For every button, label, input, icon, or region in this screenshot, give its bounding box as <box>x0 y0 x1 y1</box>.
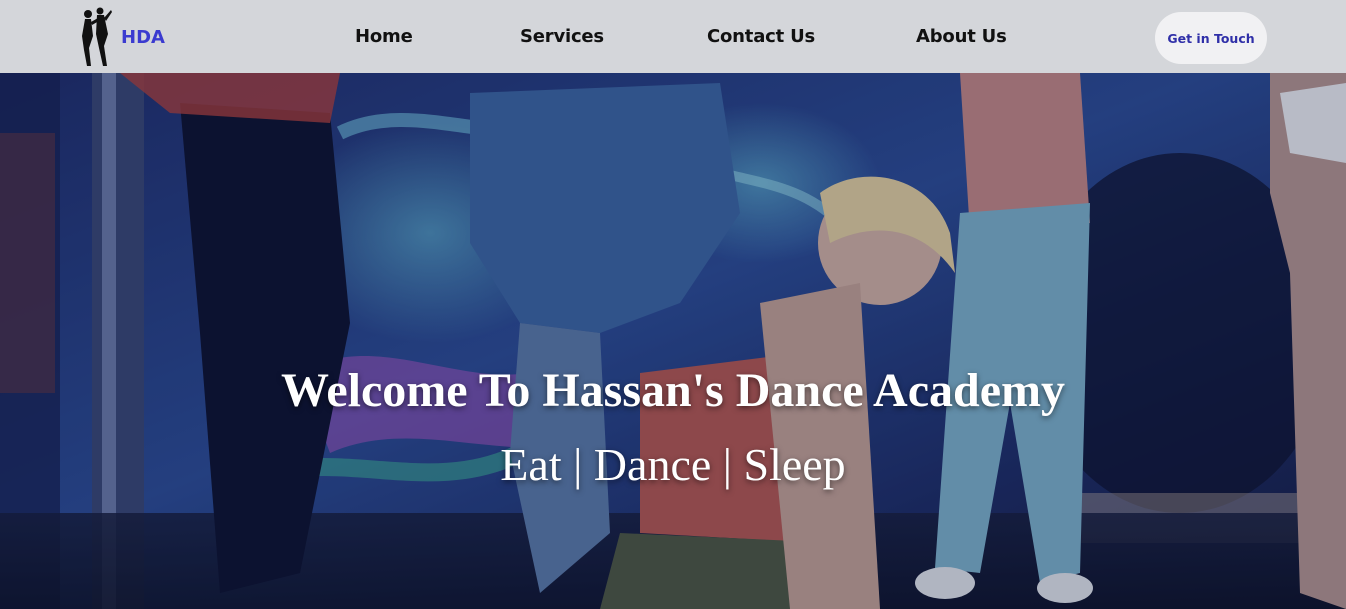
nav-services[interactable]: Services <box>520 26 604 47</box>
hero-tagline: Eat | Dance | Sleep <box>500 439 846 490</box>
navbar: HDA Home Services Contact Us About Us Ge… <box>0 0 1346 73</box>
nav-about-us[interactable]: About Us <box>916 26 1007 47</box>
logo-text: HDA <box>121 26 165 48</box>
nav-home[interactable]: Home <box>355 26 413 47</box>
get-in-touch-button[interactable]: Get in Touch <box>1155 12 1267 64</box>
hero-section: Welcome To Hassan's Dance Academy Eat | … <box>0 73 1346 609</box>
dancers-graffiti-background <box>0 73 1346 609</box>
hero-title: Welcome To Hassan's Dance Academy <box>280 364 1065 417</box>
logo-link[interactable]: HDA <box>78 6 165 68</box>
dancing-couple-silhouette-icon <box>82 7 112 66</box>
nav-contact-us[interactable]: Contact Us <box>707 26 815 47</box>
